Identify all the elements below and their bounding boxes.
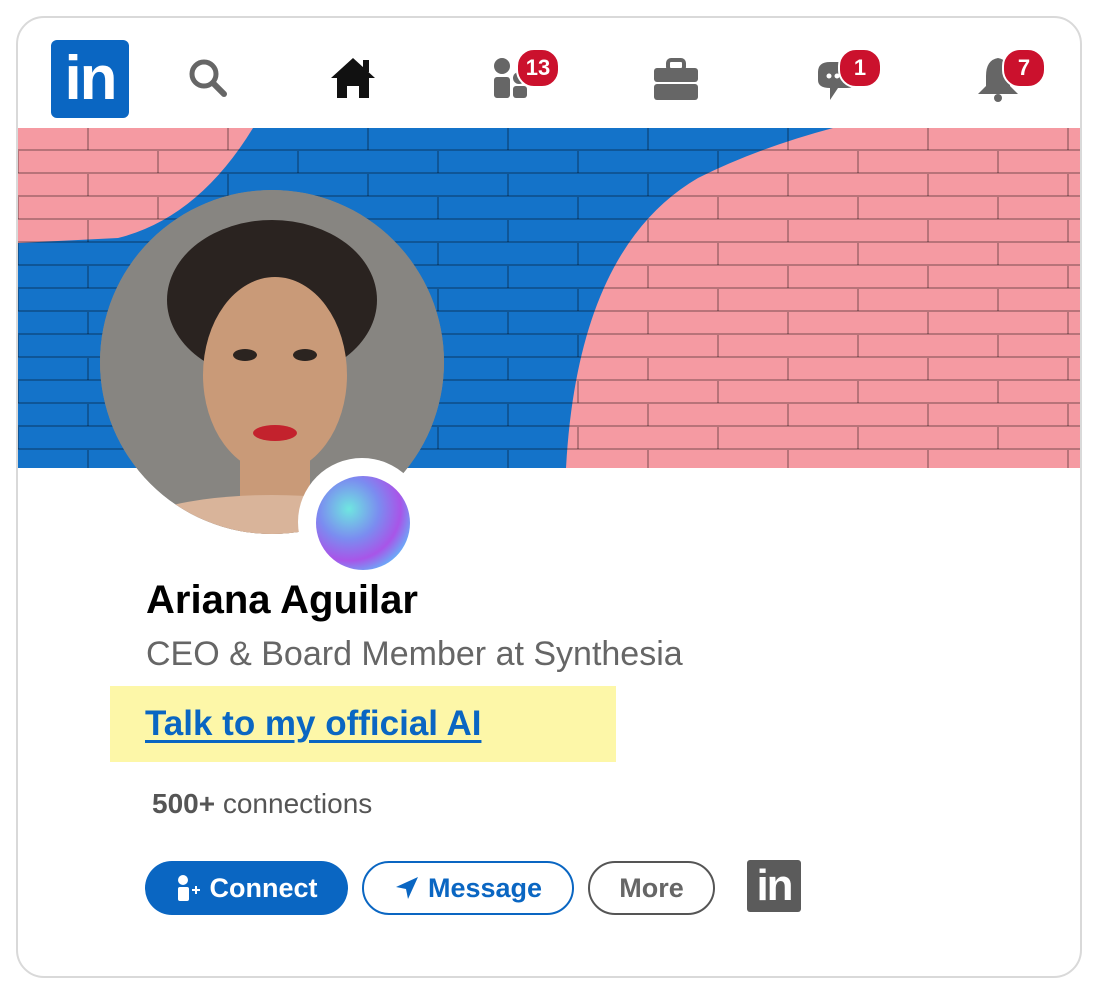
search-icon[interactable] bbox=[178, 48, 238, 108]
talk-to-ai-link[interactable]: Talk to my official AI bbox=[145, 704, 481, 744]
profile-card: in 13 1 7 Ariana Aguilar CEO & Board Mem… bbox=[16, 16, 1082, 978]
connect-button[interactable]: Connect bbox=[145, 861, 348, 915]
ai-avatar-blob-icon[interactable] bbox=[316, 476, 410, 570]
connections-count[interactable]: 500+ connections bbox=[152, 788, 372, 820]
top-nav: in 13 1 7 bbox=[18, 18, 1080, 128]
notifications-badge: 7 bbox=[1002, 48, 1046, 88]
profile-name: Ariana Aguilar bbox=[146, 578, 418, 622]
message-label: Message bbox=[427, 872, 543, 903]
connections-label: connections bbox=[215, 788, 373, 819]
send-icon bbox=[395, 877, 418, 899]
profile-headline: CEO & Board Member at Synthesia bbox=[146, 635, 683, 673]
jobs-briefcase-icon[interactable] bbox=[646, 48, 706, 108]
home-icon[interactable] bbox=[323, 48, 383, 108]
add-person-icon bbox=[177, 875, 200, 901]
more-button[interactable]: More bbox=[588, 861, 715, 915]
more-label: More bbox=[619, 872, 684, 903]
connections-number: 500+ bbox=[152, 788, 216, 819]
message-button[interactable]: Message bbox=[362, 861, 574, 915]
linkedin-mini-icon[interactable]: in bbox=[747, 860, 801, 912]
linkedin-logo[interactable]: in bbox=[51, 40, 129, 118]
network-badge: 13 bbox=[516, 48, 560, 88]
messaging-badge: 1 bbox=[838, 48, 882, 88]
connect-label: Connect bbox=[209, 872, 318, 903]
